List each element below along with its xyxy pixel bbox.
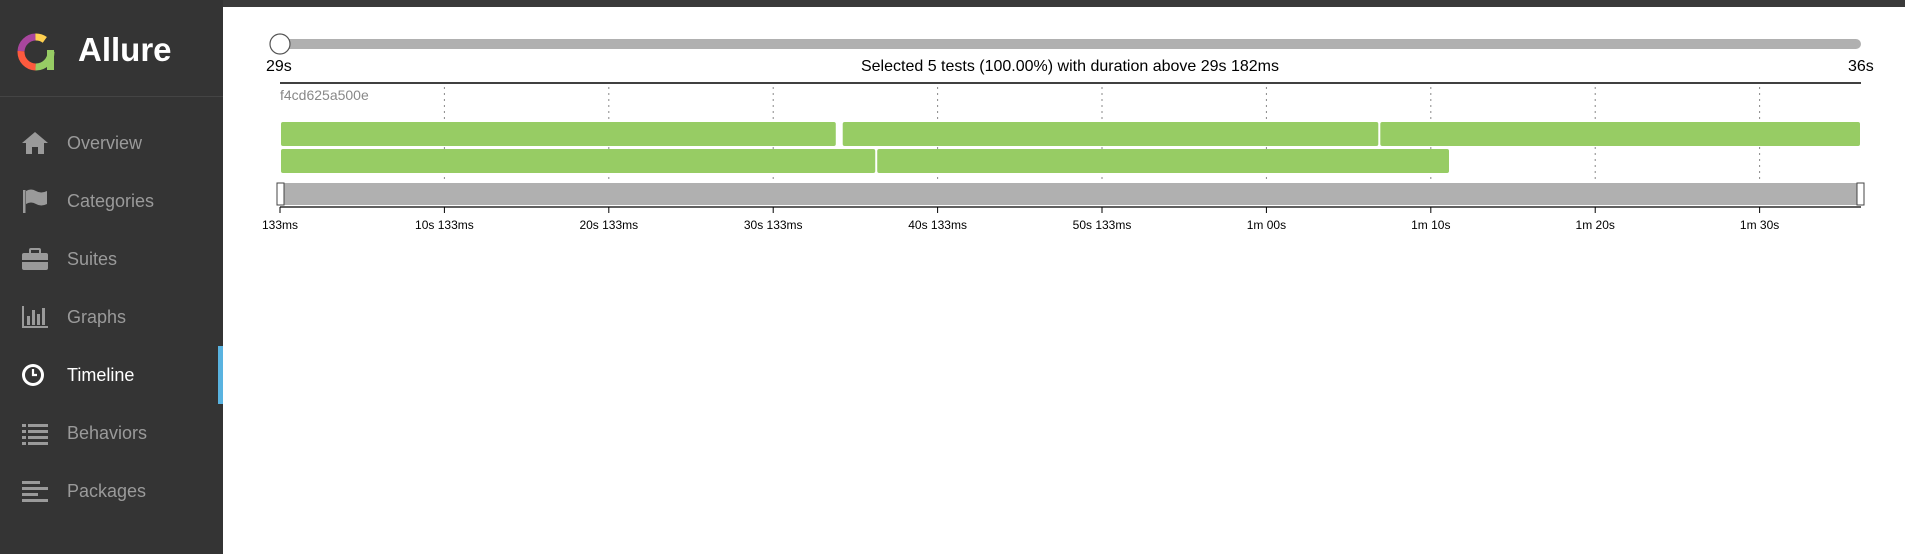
slider-max-label: 36s: [1848, 58, 1874, 75]
duration-slider-track[interactable]: [280, 39, 1861, 49]
test-case-bar[interactable]: [877, 149, 1449, 173]
sidebar-item-packages[interactable]: Packages: [0, 462, 223, 520]
app-name: Allure: [78, 31, 172, 68]
sidebar-item-graphs[interactable]: Graphs: [0, 288, 223, 346]
x-tick-label: 1m 30s: [1740, 218, 1779, 232]
x-tick-label: 1m 00s: [1247, 218, 1286, 232]
top-bar: [0, 0, 1905, 7]
sidebar-item-label: Packages: [67, 481, 147, 501]
x-tick-label: 1m 10s: [1411, 218, 1450, 232]
test-case-bar[interactable]: [842, 122, 1379, 146]
timeline-panel: 29s 36s Selected 5 tests (100.00%) with …: [223, 7, 1905, 554]
sidebar-item-label: Graphs: [67, 307, 127, 327]
test-case-bar[interactable]: [281, 122, 836, 146]
x-tick-label: 20s 133ms: [579, 218, 638, 232]
x-tick-label: 50s 133ms: [1073, 218, 1132, 232]
flag-icon: [23, 189, 47, 213]
sidebar-item-suites[interactable]: Suites: [0, 230, 223, 288]
sidebar-item-behaviors[interactable]: Behaviors: [0, 404, 223, 462]
test-case-bar[interactable]: [281, 149, 876, 173]
sidebar-item-label: Overview: [67, 133, 143, 153]
clock-icon: [22, 364, 44, 386]
slider-min-label: 29s: [266, 58, 292, 75]
sidebar-item-label: Categories: [67, 191, 155, 211]
brush-left-handle[interactable]: [276, 182, 285, 206]
sidebar-item-label: Timeline: [67, 365, 135, 385]
host-label: f4cd625a500e: [280, 87, 369, 103]
align-left-icon: [22, 481, 48, 502]
selection-summary: Selected 5 tests (100.00%) with duration…: [861, 58, 1279, 75]
x-tick-label: 30s 133ms: [744, 218, 803, 232]
sidebar-item-overview[interactable]: Overview: [0, 114, 223, 172]
list-icon: [22, 424, 48, 445]
test-case-bar[interactable]: [1380, 122, 1860, 146]
x-tick-label: 40s 133ms: [908, 218, 967, 232]
sidebar-item-label: Suites: [67, 249, 118, 269]
sidebar-item-categories[interactable]: Categories: [0, 172, 223, 230]
home-icon: [22, 132, 48, 154]
brush-right-handle[interactable]: [1856, 182, 1865, 206]
x-tick-label: 1m 20s: [1576, 218, 1615, 232]
brush-area[interactable]: [280, 183, 1861, 205]
duration-slider-handle[interactable]: [269, 33, 291, 55]
briefcase-icon: [22, 248, 48, 270]
x-tick-label: 10s 133ms: [415, 218, 474, 232]
bar-chart-icon: [22, 306, 48, 328]
sidebar: Allure Overview Categories Suites Graphs…: [0, 0, 223, 554]
sidebar-item-timeline[interactable]: Timeline: [0, 346, 223, 404]
brand[interactable]: Allure: [0, 0, 223, 97]
sidebar-item-label: Behaviors: [67, 423, 148, 443]
allure-logo-icon: [17, 33, 55, 71]
timeline-chart: 29s 36s Selected 5 tests (100.00%) with …: [262, 33, 1874, 232]
x-tick-label: 133ms: [262, 218, 298, 232]
